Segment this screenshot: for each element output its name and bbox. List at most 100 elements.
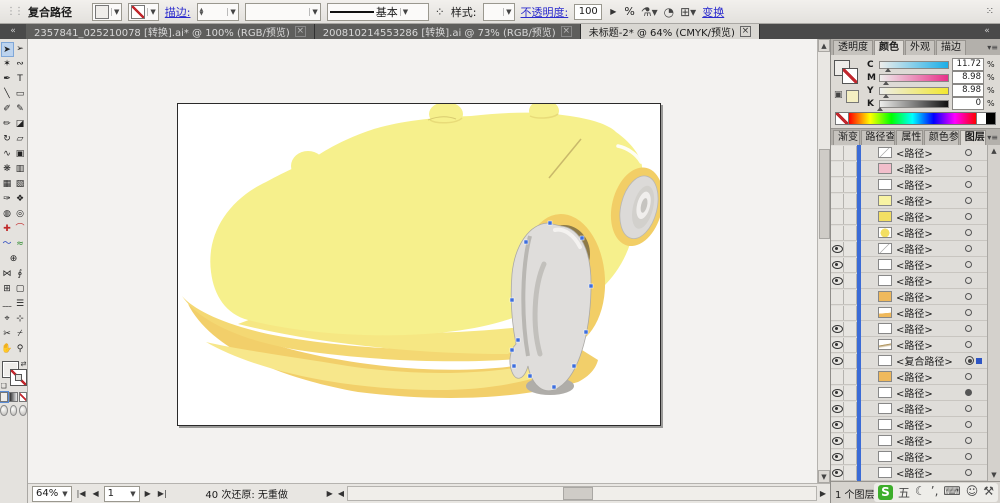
layer-label[interactable]: <路径> — [896, 289, 965, 304]
target-icon[interactable] — [965, 469, 972, 476]
layer-label[interactable]: <路径> — [896, 209, 965, 224]
stroke-color-box[interactable] — [10, 369, 27, 386]
sogou-logo-icon[interactable]: S — [878, 485, 893, 500]
target-icon[interactable] — [965, 181, 972, 188]
visibility-toggle[interactable] — [831, 146, 844, 160]
none-mode-button[interactable] — [19, 392, 27, 402]
lock-toggle[interactable] — [844, 306, 857, 320]
swap-fill-stroke-icon[interactable]: ⇄ — [21, 360, 27, 368]
fullscreen-mode-button[interactable] — [19, 405, 27, 416]
artboard-number-combo[interactable]: 1▼ — [104, 486, 140, 502]
scroll-down-icon[interactable]: ▼ — [818, 470, 830, 483]
layer-row-6[interactable]: <路径> — [831, 241, 987, 257]
layer-thumbnail[interactable] — [878, 163, 892, 174]
layer-label[interactable]: <路径> — [896, 433, 965, 448]
next-artboard-button[interactable]: ▶ — [143, 489, 153, 498]
prev-artboard-button[interactable]: ◀ — [90, 489, 100, 498]
layer-thumbnail[interactable] — [878, 211, 892, 222]
layer-thumbnail[interactable] — [878, 179, 892, 190]
knife-tool[interactable]: ⌿ — [14, 327, 27, 342]
stroke-panel-link[interactable]: 描边: — [165, 4, 191, 20]
layer-thumbnail[interactable] — [878, 403, 892, 414]
visibility-toggle[interactable] — [831, 338, 844, 352]
layer-thumbnail[interactable] — [878, 339, 892, 350]
warp-tool[interactable]: ∮ — [14, 267, 27, 282]
out-of-web-gamut-icon[interactable]: ▣ — [834, 90, 843, 100]
visibility-toggle[interactable] — [831, 354, 844, 368]
perspective-grid-tool[interactable]: ⊕ — [1, 252, 27, 267]
opacity-input[interactable]: 100 — [574, 4, 602, 20]
layer-thumbnail[interactable] — [878, 371, 892, 382]
close-tab-icon[interactable]: × — [561, 26, 572, 37]
layer-thumbnail[interactable] — [878, 147, 892, 158]
visibility-toggle[interactable] — [831, 418, 844, 432]
layer-label[interactable]: <路径> — [896, 177, 965, 192]
layer-row-2[interactable]: <路径> — [831, 177, 987, 193]
lock-toggle[interactable] — [844, 434, 857, 448]
canvas-area[interactable] — [28, 39, 817, 483]
layer-row-16[interactable]: <路径> — [831, 401, 987, 417]
channel-slider[interactable] — [879, 74, 949, 82]
visibility-toggle[interactable] — [831, 162, 844, 176]
target-icon[interactable] — [965, 229, 972, 236]
recolor-icon[interactable]: ◔ — [664, 5, 674, 19]
visibility-toggle[interactable] — [831, 290, 844, 304]
lock-toggle[interactable] — [844, 178, 857, 192]
collapse-panels-icon[interactable]: « — [974, 24, 1000, 39]
scale-tool[interactable]: ▱ — [14, 132, 27, 147]
lock-toggle[interactable] — [844, 146, 857, 160]
curvature-tool[interactable]: 〜 — [1, 237, 14, 252]
align-dropdown-icon[interactable]: ⊞▾ — [680, 5, 696, 19]
punctuation-icon[interactable]: ’, — [931, 484, 939, 501]
layer-thumbnail[interactable] — [878, 355, 892, 366]
layer-label[interactable]: <路径> — [896, 193, 965, 208]
eyedropper-tool[interactable]: ✑ — [1, 192, 14, 207]
visibility-toggle[interactable] — [831, 466, 844, 480]
lock-toggle[interactable] — [844, 194, 857, 208]
slider-marker-icon[interactable] — [883, 81, 889, 85]
document-tab-1[interactable]: 200810214553286 [转换].ai @ 73% (RGB/预览)× — [315, 24, 581, 39]
visibility-toggle[interactable] — [831, 370, 844, 384]
layer-thumbnail[interactable] — [878, 323, 892, 334]
layer-label[interactable]: <路径> — [896, 257, 965, 272]
scroll-up-icon[interactable]: ▲ — [818, 39, 830, 52]
visibility-toggle[interactable] — [831, 450, 844, 464]
target-icon[interactable] — [965, 245, 972, 252]
black-swatch[interactable] — [986, 113, 995, 124]
layer-label[interactable]: <路径> — [896, 337, 965, 352]
magic-wand-tool[interactable]: ✶ — [1, 57, 14, 72]
target-icon[interactable] — [965, 437, 972, 444]
layers-scroll-up-icon[interactable]: ▲ — [988, 145, 1000, 157]
layer-row-13[interactable]: <复合路径> — [831, 353, 987, 369]
layers-dock-tab-3[interactable]: 颜色参 — [924, 130, 959, 145]
slider-marker-icon[interactable] — [883, 94, 889, 98]
layer-label[interactable]: <路径> — [896, 369, 965, 384]
visibility-toggle[interactable] — [831, 402, 844, 416]
layers-dock-tab-1[interactable]: 路径查 — [861, 130, 896, 145]
closest-web-color-swatch[interactable] — [846, 90, 859, 103]
visibility-toggle[interactable] — [831, 178, 844, 192]
graphic-style-dropdown[interactable]: ▼ — [483, 3, 515, 21]
close-tab-icon[interactable]: × — [295, 26, 306, 37]
close-tab-icon[interactable]: × — [740, 26, 751, 37]
sogou-ime-bar[interactable]: S 五☾’,⌨☺⚒ — [874, 483, 998, 502]
slider-marker-icon[interactable] — [877, 107, 883, 111]
mesh-tool[interactable]: ▦ — [1, 177, 14, 192]
document-hscrollbar[interactable] — [347, 486, 817, 501]
vscroll-thumb[interactable] — [819, 149, 830, 239]
collapse-tools-icon[interactable]: « — [0, 24, 26, 39]
layers-vscrollbar[interactable]: ▲ ▼ — [987, 145, 1000, 481]
brush-definition-dropdown[interactable]: 基本▼ — [327, 3, 429, 21]
white-swatch[interactable] — [976, 113, 986, 124]
width-profile-dropdown[interactable]: ▼ — [245, 3, 321, 21]
zoom-level-combo[interactable]: 64%▼ — [32, 486, 72, 502]
color-dock-tab-2[interactable]: 外观 — [905, 40, 935, 55]
layer-row-1[interactable]: <路径> — [831, 161, 987, 177]
target-icon[interactable] — [965, 197, 972, 204]
layer-row-14[interactable]: <路径> — [831, 369, 987, 385]
document-tab-2[interactable]: 未标题-2* @ 64% (CMYK/预览)× — [581, 24, 760, 39]
direct-selection-tool[interactable]: ➢ — [14, 42, 27, 57]
layer-row-9[interactable]: <路径> — [831, 289, 987, 305]
color-dock-tab-0[interactable]: 透明度 — [833, 40, 873, 55]
fill-stroke-control[interactable]: ⇄ ❏ — [1, 360, 27, 390]
